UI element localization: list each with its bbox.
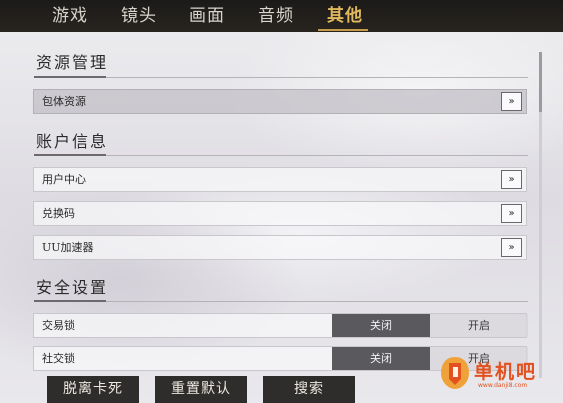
section-divider [34,154,528,156]
reset-default-button[interactable]: 重置默认 [155,376,247,403]
section-divider [34,76,528,78]
watermark-url: www.danji8.com [478,382,528,389]
chevron-right-icon[interactable]: » [501,238,522,257]
row-label: 社交锁 [42,352,75,365]
settings-tab-bar: 游戏 镜头 画面 音频 其他 [0,0,563,32]
row-label: 包体资源 [42,95,86,108]
watermark-text: 单机吧 [474,361,538,383]
toggle-off-option[interactable]: 关闭 [332,314,430,337]
row-label: 兑换码 [42,207,75,220]
row-label: 交易锁 [42,319,75,332]
chevron-right-icon[interactable]: » [501,170,522,189]
active-tab-indicator [318,29,368,31]
row-label: 用户中心 [42,173,86,186]
section-title-account: 账户信息 [36,132,109,151]
tab-graphics[interactable]: 画面 [189,3,225,29]
row-uu-accelerator[interactable]: UU加速器 » [33,235,527,260]
toggle-on-option[interactable]: 开启 [430,314,528,337]
row-redeem-code[interactable]: 兑换码 » [33,201,527,226]
tab-game[interactable]: 游戏 [52,3,88,29]
tab-camera[interactable]: 镜头 [121,3,157,29]
row-label: UU加速器 [42,241,94,254]
toggle-off-option[interactable]: 关闭 [332,347,430,370]
section-divider [34,300,528,302]
section-title-security: 安全设置 [36,278,109,297]
row-package-resources[interactable]: 包体资源 » [33,89,527,114]
row-trade-lock: 交易锁 关闭 开启 [33,313,528,338]
tab-audio[interactable]: 音频 [258,3,294,29]
unstuck-button[interactable]: 脱离卡死 [47,376,139,403]
section-title-resources: 资源管理 [36,53,109,72]
search-button[interactable]: 搜索 [263,376,355,403]
row-user-center[interactable]: 用户中心 » [33,167,527,192]
watermark-logo-icon [441,357,469,389]
chevron-right-icon[interactable]: » [501,92,522,111]
chevron-right-icon[interactable]: » [501,204,522,223]
scrollbar-thumb[interactable] [539,52,542,112]
tab-other[interactable]: 其他 [327,3,363,29]
